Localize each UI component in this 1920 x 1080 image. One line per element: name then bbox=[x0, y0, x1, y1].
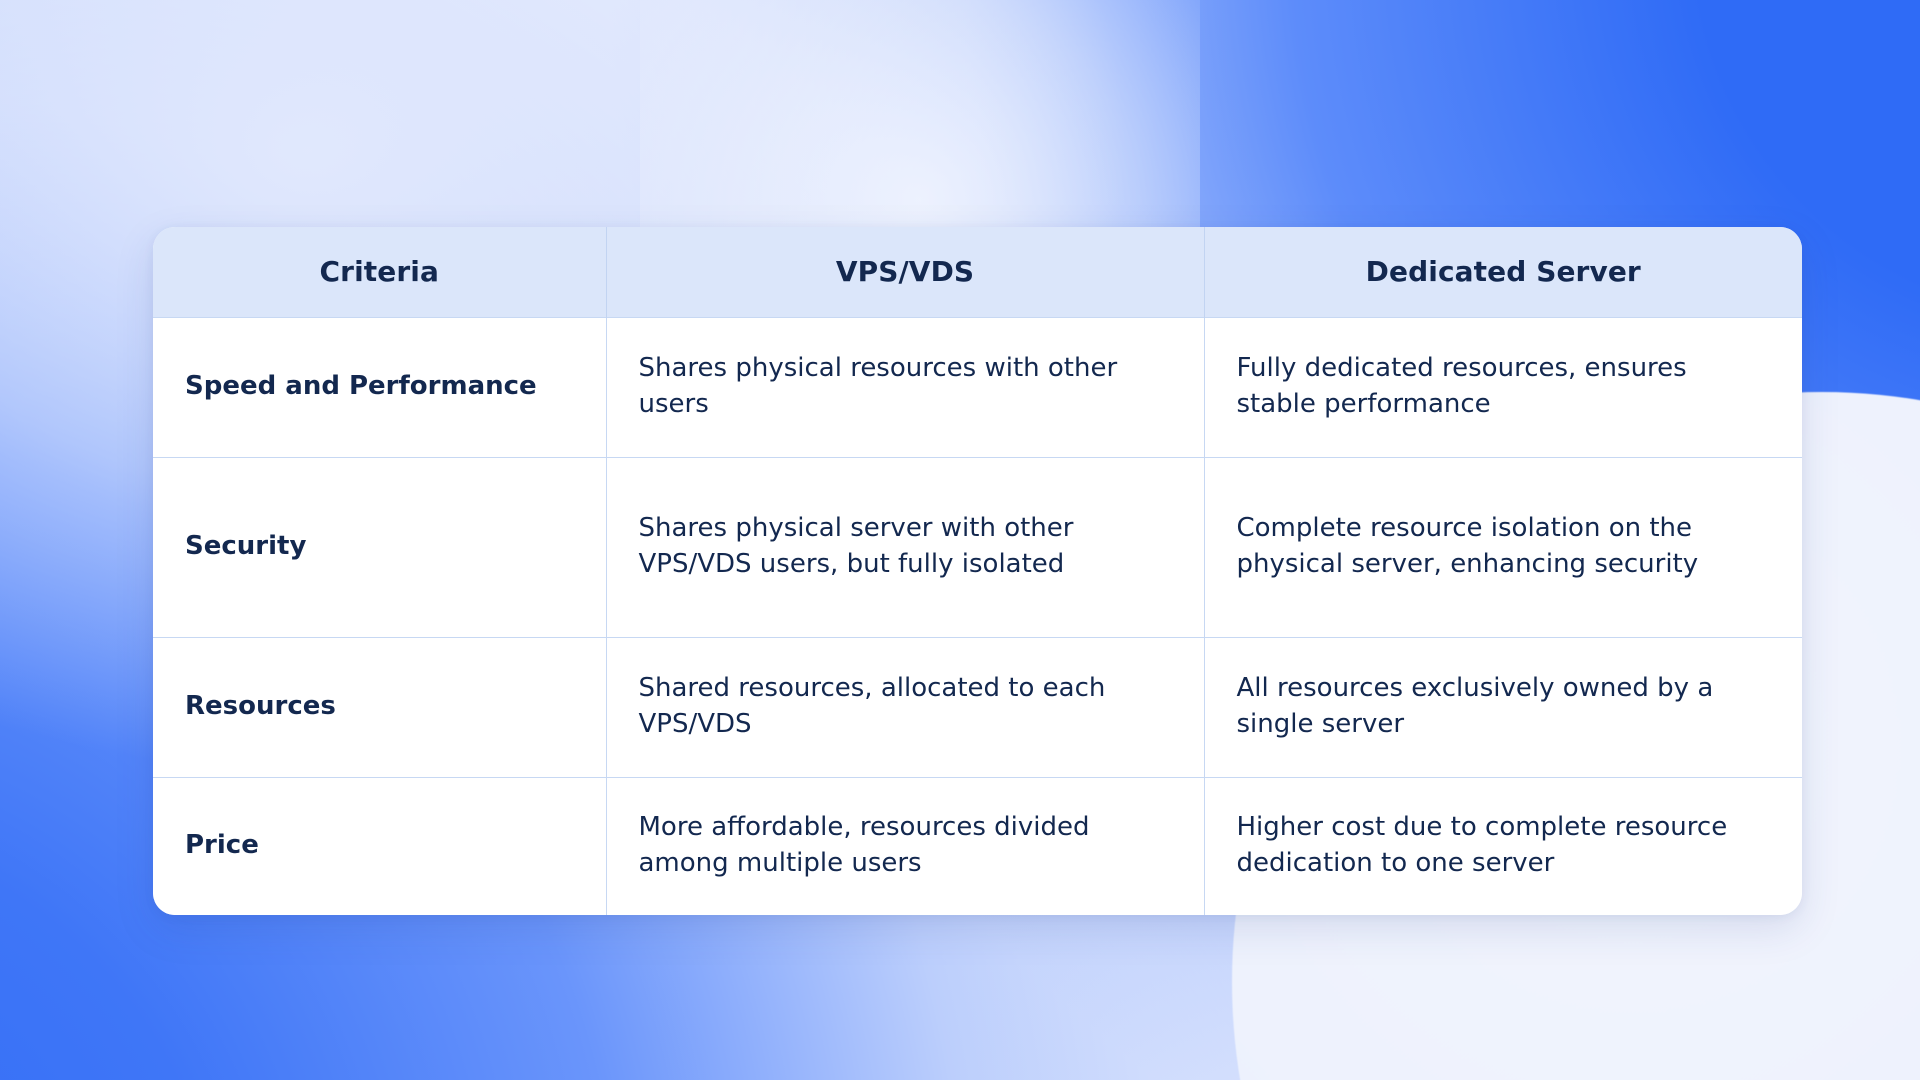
dedicated-detail-speed-and-performance: Fully dedicated resources, ensures stabl… bbox=[1204, 316, 1802, 457]
dedicated-detail-price: Higher cost due to complete resource ded… bbox=[1204, 776, 1802, 915]
criteria-label-price: Price bbox=[153, 776, 607, 915]
page-canvas: Criteria VPS/VDS Dedicated Server Speed … bbox=[0, 0, 1920, 1080]
table-body: Speed and Performance Shares physical re… bbox=[153, 316, 1802, 915]
criteria-label-security: Security bbox=[153, 456, 607, 637]
table-row: Resources Shared resources, allocated to… bbox=[153, 636, 1802, 777]
comparison-table: Criteria VPS/VDS Dedicated Server Speed … bbox=[153, 227, 1802, 915]
comparison-table-card: Criteria VPS/VDS Dedicated Server Speed … bbox=[153, 227, 1802, 915]
vps-detail-price: More affordable, resources divided among… bbox=[606, 776, 1205, 915]
column-header-dedicated: Dedicated Server bbox=[1204, 227, 1802, 317]
table-header: Criteria VPS/VDS Dedicated Server bbox=[153, 227, 1802, 317]
criteria-label-speed-and-performance: Speed and Performance bbox=[153, 316, 607, 457]
column-header-criteria: Criteria bbox=[153, 227, 607, 317]
criteria-label-resources: Resources bbox=[153, 636, 607, 777]
vps-detail-security: Shares physical server with other VPS/VD… bbox=[606, 456, 1205, 637]
dedicated-detail-resources: All resources exclusively owned by a sin… bbox=[1204, 636, 1802, 777]
vps-detail-speed-and-performance: Shares physical resources with other use… bbox=[606, 316, 1205, 457]
table-header-row: Criteria VPS/VDS Dedicated Server bbox=[153, 227, 1802, 317]
table-row: Speed and Performance Shares physical re… bbox=[153, 316, 1802, 457]
column-header-vps-vds: VPS/VDS bbox=[606, 227, 1205, 317]
dedicated-detail-security: Complete resource isolation on the physi… bbox=[1204, 456, 1802, 637]
table-row: Security Shares physical server with oth… bbox=[153, 456, 1802, 637]
vps-detail-resources: Shared resources, allocated to each VPS/… bbox=[606, 636, 1205, 777]
table-row: Price More affordable, resources divided… bbox=[153, 776, 1802, 915]
